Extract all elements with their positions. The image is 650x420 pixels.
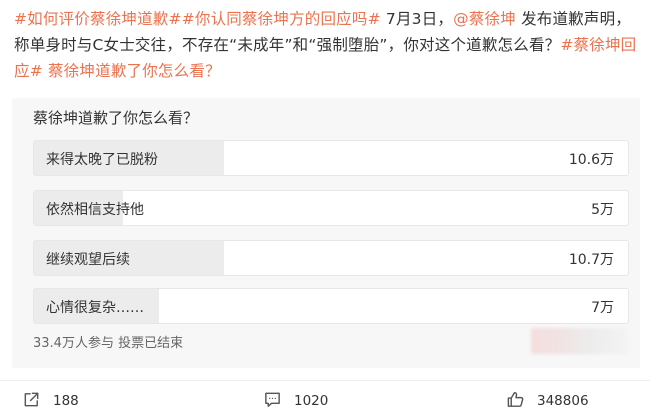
share-icon — [22, 390, 41, 413]
poll-option-label: 继续观望后续 — [46, 252, 130, 268]
share-count: 188 — [53, 393, 79, 409]
comment-icon — [263, 390, 282, 413]
poll-option-count: 10.6万 — [568, 152, 614, 168]
poll-option-count: 5万 — [591, 202, 614, 218]
topic-tag[interactable]: #如何评价蔡徐坤道歉# — [14, 10, 182, 28]
poll-option[interactable]: 继续观望后续 10.7万 — [33, 240, 629, 276]
post-text-segment: 7月3日， — [380, 10, 454, 28]
topic-tag[interactable]: #你认同蔡徐坤方的回应吗# — [182, 10, 381, 28]
topic-tag[interactable]: 蔡徐坤道歉了你怎么看？ — [48, 62, 221, 80]
poll-option[interactable]: 心情很复杂…… 7万 — [33, 288, 629, 324]
like-count: 348806 — [537, 393, 589, 409]
share-button[interactable]: 188 — [22, 391, 79, 411]
poll-question: 蔡徐坤道歉了你怎么看？ — [33, 109, 199, 127]
poll-footer: 33.4万人参与 投票已结束 — [33, 336, 184, 351]
poll-option-count: 7万 — [591, 300, 614, 316]
post-text: #如何评价蔡徐坤道歉##你认同蔡徐坤方的回应吗# 7月3日，@蔡徐坤 发布道歉声… — [14, 6, 638, 84]
poll-option-label: 心情很复杂…… — [46, 300, 144, 316]
like-button[interactable]: 348806 — [506, 391, 589, 411]
poll-card: 蔡徐坤道歉了你怎么看？ 来得太晚了已脱粉 10.6万 依然相信支持他 5万 继续… — [12, 98, 640, 368]
blurred-badge — [531, 328, 628, 354]
poll-option-label: 来得太晚了已脱粉 — [46, 152, 158, 168]
action-bar: 188 1020 348806 — [0, 381, 650, 420]
user-mention[interactable]: @蔡徐坤 — [453, 10, 516, 28]
poll-option-count: 10.7万 — [568, 252, 614, 268]
poll-option[interactable]: 来得太晚了已脱粉 10.6万 — [33, 140, 629, 176]
thumbs-up-icon — [506, 390, 525, 413]
poll-option[interactable]: 依然相信支持他 5万 — [33, 190, 629, 226]
poll-option-label: 依然相信支持他 — [46, 202, 144, 218]
comment-button[interactable]: 1020 — [263, 391, 328, 411]
comment-count: 1020 — [294, 393, 329, 409]
